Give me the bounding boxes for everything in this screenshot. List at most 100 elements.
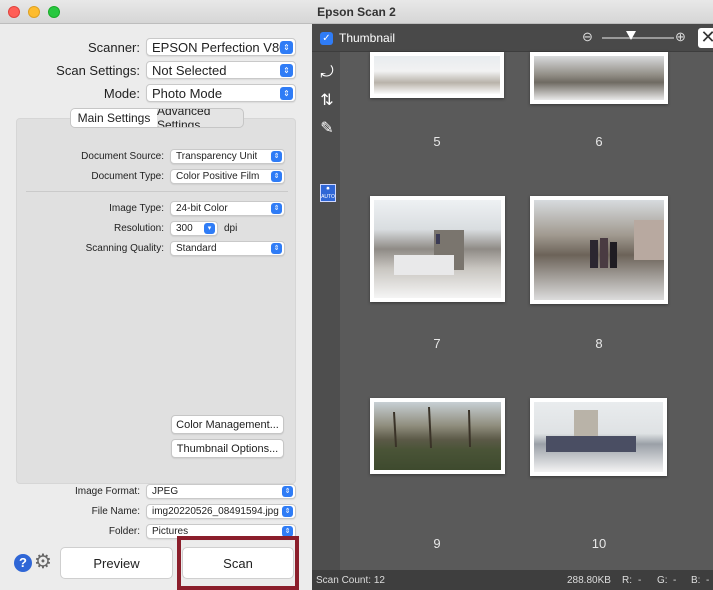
chevron-up-down-icon: ⇕	[271, 243, 282, 254]
window-title: Epson Scan 2	[317, 4, 396, 19]
settings-tabs: Main Settings Advanced Settings	[70, 108, 244, 128]
preview-toolbar: ✓ Thumbnail ⊖ ⊕ ✕	[312, 24, 713, 52]
document-type-select[interactable]: Color Positive Film ⇕	[170, 169, 285, 184]
adjust-icon[interactable]: ✎	[318, 120, 336, 138]
scanner-label: Scanner:	[87, 39, 140, 55]
scan-button[interactable]: Scan	[182, 547, 294, 579]
scanner-row: Scanner: EPSON Perfection V800/V8... ⇕	[0, 38, 296, 56]
thumbnail-image	[534, 200, 664, 300]
red-readout-value: -	[638, 574, 642, 586]
help-icon[interactable]: ?	[14, 554, 32, 572]
group-photo	[546, 410, 636, 452]
thumbnail-number: 6	[595, 134, 603, 149]
thumbnail-checkbox[interactable]: ✓	[320, 32, 333, 45]
mode-row: Mode: Photo Mode ⇕	[0, 84, 296, 102]
thumbnail-9[interactable]	[370, 398, 505, 474]
snow-steps-photo	[394, 230, 464, 275]
scanning-quality-select[interactable]: Standard ⇕	[170, 241, 285, 256]
color-management-button[interactable]: Color Management...	[171, 415, 284, 434]
preview-tools: ⤾ ⇅ ✎ ✸ AUTO	[312, 52, 340, 570]
status-bar: Scan Count: 12 288.80KB R: - G: - B: -	[312, 570, 713, 590]
file-size: 288.80KB	[567, 574, 611, 586]
gear-icon[interactable]: ⚙	[34, 551, 52, 573]
people-bridge-photo	[590, 220, 664, 268]
zoom-slider-track[interactable]	[602, 37, 674, 39]
image-type-label: Image Type:	[109, 203, 164, 214]
zoom-window-button[interactable]	[48, 6, 60, 18]
thumbnail-options-button[interactable]: Thumbnail Options...	[171, 439, 284, 458]
chevron-up-down-icon: ⇕	[282, 506, 293, 517]
rotate-icon[interactable]: ⤾	[318, 64, 336, 82]
image-format-row: Image Format: JPEG ⇕	[0, 484, 296, 499]
zoom-out-icon[interactable]: ⊖	[582, 29, 593, 45]
thumbnail-image	[374, 56, 500, 94]
chevron-up-down-icon: ⇕	[280, 86, 293, 100]
blue-readout-label: B:	[691, 574, 701, 586]
mode-select[interactable]: Photo Mode ⇕	[146, 84, 296, 102]
green-readout-value: -	[673, 574, 677, 586]
scanning-quality-row: Scanning Quality: Standard ⇕	[0, 241, 285, 256]
thumbnail-image	[374, 200, 501, 298]
close-window-button[interactable]	[8, 6, 20, 18]
image-format-label: Image Format:	[74, 486, 140, 497]
image-format-select[interactable]: JPEG ⇕	[146, 484, 296, 499]
document-source-row: Document Source: Transparency Unit ⇕	[0, 149, 285, 164]
chevron-up-down-icon: ⇕	[271, 171, 282, 182]
chevron-up-down-icon: ⇕	[271, 151, 282, 162]
thumbnail-image	[534, 402, 663, 472]
preview-panel: ✓ Thumbnail ⊖ ⊕ ✕ ⤾ ⇅ ✎ ✸ AUTO 5 6 7 8 9…	[312, 24, 713, 590]
chevron-up-down-icon: ⇕	[280, 40, 293, 54]
close-icon[interactable]: ✕	[698, 28, 713, 48]
zoom-in-icon[interactable]: ⊕	[675, 29, 686, 45]
minimize-window-button[interactable]	[28, 6, 40, 18]
scanner-select[interactable]: EPSON Perfection V800/V8... ⇕	[146, 38, 296, 56]
scan-settings-label: Scan Settings:	[56, 62, 140, 78]
blue-readout-value: -	[706, 574, 710, 586]
flip-icon[interactable]: ⇅	[318, 92, 336, 110]
file-name-label: File Name:	[91, 506, 140, 517]
divider	[26, 191, 288, 192]
chevron-down-icon: ▾	[204, 223, 215, 234]
file-name-row: File Name: img20220526_08491594.jpg ⇕	[0, 504, 296, 519]
tab-main-settings[interactable]: Main Settings	[71, 109, 157, 127]
resolution-select[interactable]: 300 ▾	[170, 221, 218, 236]
title-bar: Epson Scan 2	[0, 0, 713, 24]
document-source-label: Document Source:	[81, 151, 164, 162]
thumbnail-label: Thumbnail	[339, 31, 396, 45]
thumbnail-5[interactable]	[370, 52, 504, 98]
thumbnail-number: 7	[433, 336, 441, 351]
park-trees-photo	[393, 406, 471, 449]
settings-panel: Scanner: EPSON Perfection V800/V8... ⇕ S…	[0, 24, 312, 590]
file-name-select[interactable]: img20220526_08491594.jpg ⇕	[146, 504, 296, 519]
preview-button[interactable]: Preview	[60, 547, 173, 579]
scan-settings-select[interactable]: Not Selected ⇕	[146, 61, 296, 79]
resolution-unit: dpi	[224, 223, 238, 234]
thumbnail-7[interactable]	[370, 196, 505, 302]
thumbnail-8[interactable]	[530, 196, 668, 304]
zoom-slider-knob[interactable]	[626, 31, 636, 40]
thumbnail-image	[374, 402, 501, 470]
thumbnail-6[interactable]	[530, 52, 668, 104]
scan-count: Scan Count: 12	[316, 574, 385, 586]
resolution-row: Resolution: 300 ▾ dpi	[0, 221, 237, 236]
auto-exposure-icon[interactable]: ✸ AUTO	[320, 184, 336, 202]
thumbnail-number: 10	[591, 536, 607, 551]
thumbnail-number: 8	[595, 336, 603, 351]
document-type-label: Document Type:	[91, 171, 164, 182]
thumbnail-image	[534, 56, 664, 100]
image-type-row: Image Type: 24-bit Color ⇕	[0, 201, 285, 216]
window-controls	[8, 6, 60, 18]
folder-label: Folder:	[108, 526, 140, 537]
mode-label: Mode:	[103, 85, 140, 101]
document-source-select[interactable]: Transparency Unit ⇕	[170, 149, 285, 164]
chevron-up-down-icon: ⇕	[271, 203, 282, 214]
thumbnail-number: 9	[433, 536, 441, 551]
image-type-select[interactable]: 24-bit Color ⇕	[170, 201, 285, 216]
red-readout-label: R:	[622, 574, 632, 586]
thumbnail-number: 5	[433, 134, 441, 149]
tab-advanced-settings[interactable]: Advanced Settings	[157, 109, 243, 127]
scan-settings-row: Scan Settings: Not Selected ⇕	[0, 61, 296, 79]
chevron-up-down-icon: ⇕	[282, 486, 293, 497]
resolution-label: Resolution:	[113, 223, 164, 234]
thumbnail-10[interactable]	[530, 398, 667, 476]
